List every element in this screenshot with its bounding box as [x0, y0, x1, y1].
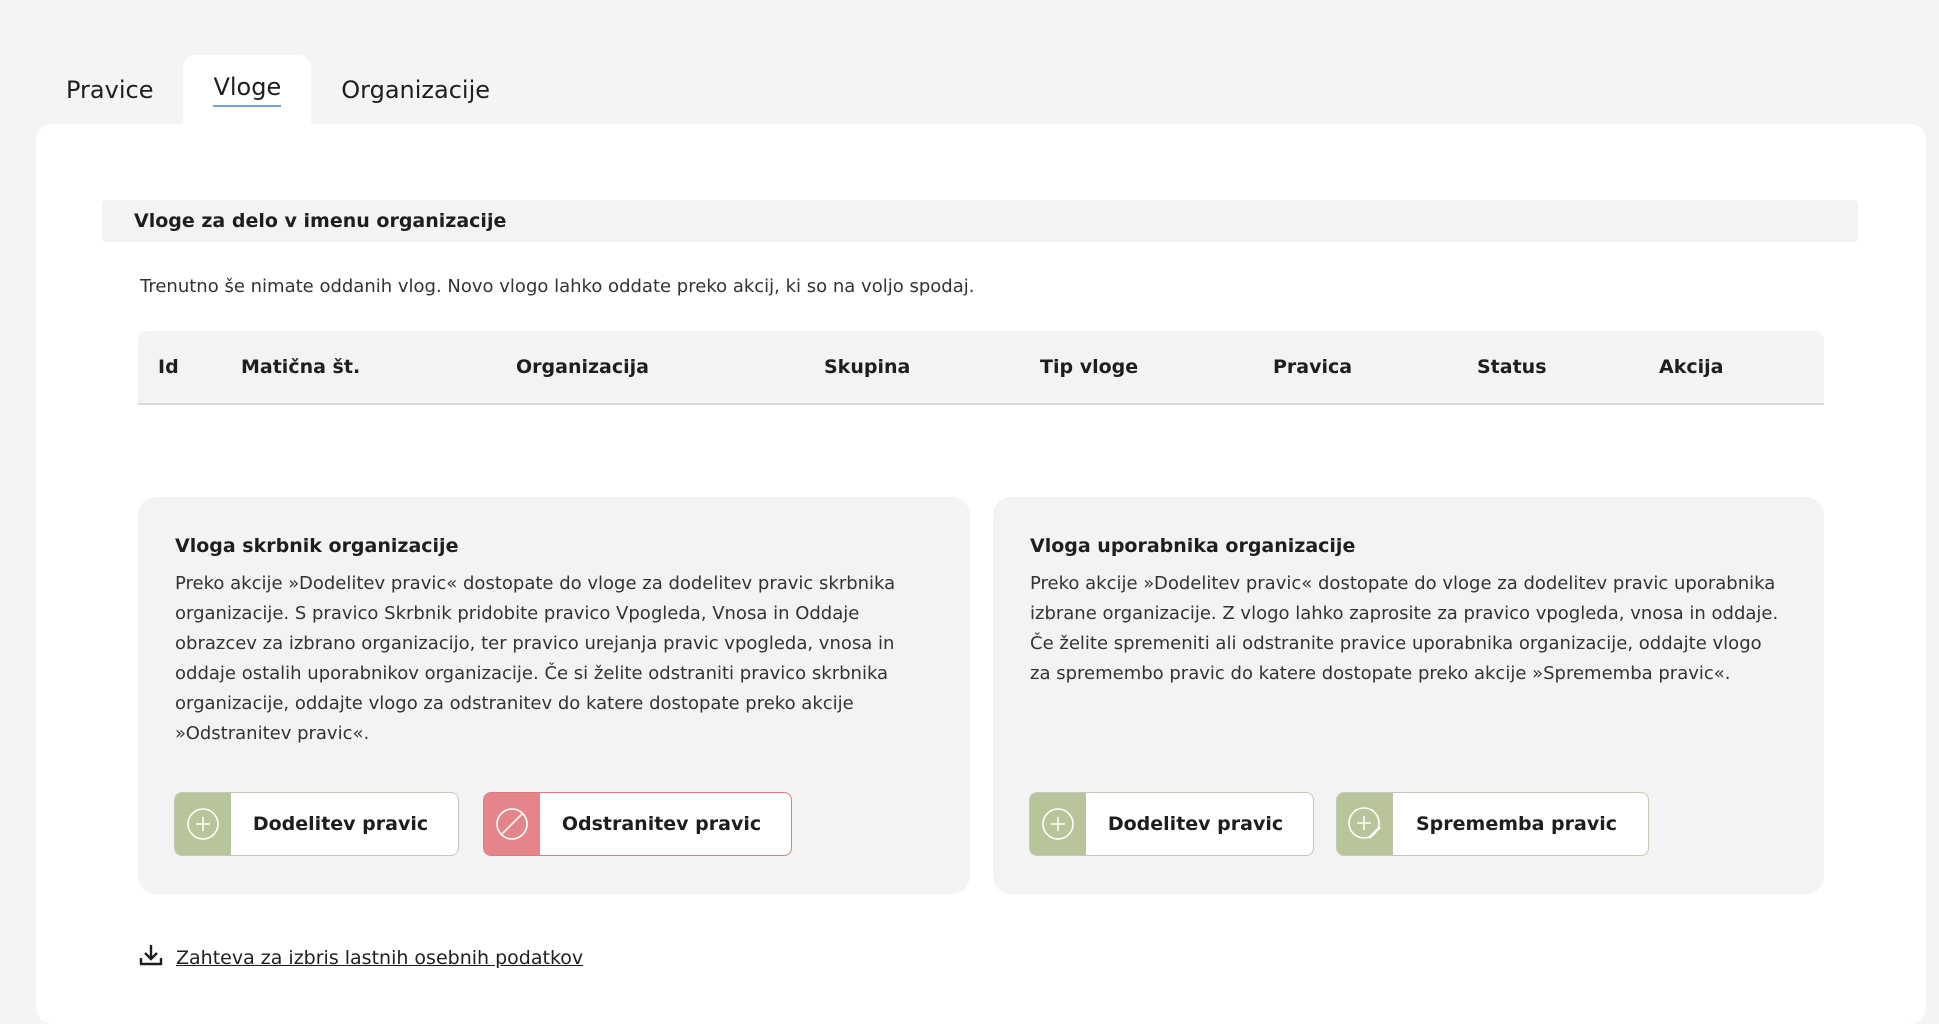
plus-circle-icon: [175, 793, 231, 855]
admin-role-title: Vloga skrbnik organizacije: [175, 535, 459, 557]
user-role-description: Preko akcije »Dodelitev pravic« dostopat…: [1030, 573, 1779, 684]
column-header-group[interactable]: Skupina: [824, 331, 910, 403]
content-panel: Vloge za delo v imenu organizacije Trenu…: [36, 124, 1926, 1024]
admin-remove-rights-button[interactable]: Odstranitev pravic: [483, 792, 792, 856]
admin-assign-rights-label: Dodelitev pravic: [252, 813, 429, 835]
delete-personal-data-label: Zahteva za izbris lastnih osebnih podatk…: [176, 946, 584, 969]
plus-circle-icon: [1030, 793, 1086, 855]
delete-personal-data-link[interactable]: Zahteva za izbris lastnih osebnih podatk…: [138, 942, 583, 973]
user-change-rights-button[interactable]: Sprememba pravic: [1336, 792, 1649, 856]
admin-remove-rights-label: Odstranitev pravic: [561, 813, 762, 835]
tab-pravice[interactable]: Pravice: [50, 55, 183, 125]
user-change-rights-label: Sprememba pravic: [1415, 813, 1617, 835]
tab-organizacije-label: Organizacije: [341, 76, 491, 104]
column-header-organization[interactable]: Organizacija: [516, 331, 649, 403]
intro-text: Trenutno še nimate oddanih vlog. Novo vl…: [140, 276, 975, 297]
admin-assign-rights-button[interactable]: Dodelitev pravic: [174, 792, 459, 856]
user-role-title: Vloga uporabnika organizacije: [1030, 535, 1356, 557]
column-header-right[interactable]: Pravica: [1273, 331, 1352, 403]
column-header-id[interactable]: Id: [158, 331, 179, 403]
user-assign-rights-button[interactable]: Dodelitev pravic: [1029, 792, 1314, 856]
tab-pravice-label: Pravice: [66, 76, 154, 104]
section-header: Vloge za delo v imenu organizacije: [102, 200, 1858, 242]
column-header-registration-number[interactable]: Matična št.: [241, 331, 360, 403]
tab-vloge[interactable]: Vloge: [183, 55, 312, 125]
tab-organizacije[interactable]: Organizacije: [311, 55, 520, 125]
section-title: Vloge za delo v imenu organizacije: [134, 210, 507, 232]
tab-vloge-label: Vloge: [213, 73, 282, 107]
column-header-action[interactable]: Akcija: [1659, 331, 1723, 403]
user-assign-rights-label: Dodelitev pravic: [1107, 813, 1284, 835]
column-header-status[interactable]: Status: [1477, 331, 1547, 403]
block-icon: [484, 793, 540, 855]
edit-plus-icon: [1337, 793, 1393, 855]
admin-role-description: Preko akcije »Dodelitev pravic« dostopat…: [175, 573, 896, 744]
column-header-role-type[interactable]: Tip vloge: [1040, 331, 1138, 403]
tab-bar: Pravice Vloge Organizacije: [50, 55, 520, 125]
download-icon: [138, 942, 164, 973]
roles-table-header: Id Matična št. Organizacija Skupina Tip …: [138, 331, 1824, 405]
